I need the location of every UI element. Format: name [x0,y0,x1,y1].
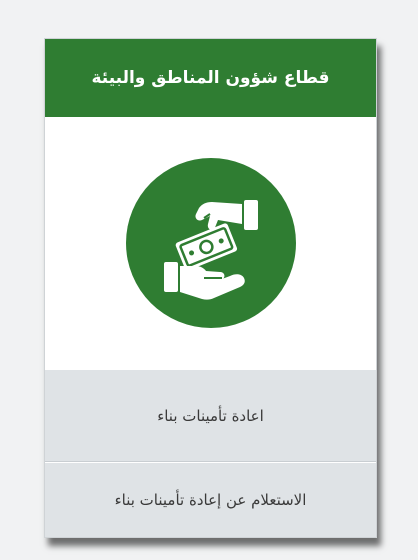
card-icon-area [45,117,376,369]
service-card: قطاع شؤون المناطق والبيئة اعادة تأمينات … [44,38,377,538]
inquire-building-deposits-label: الاستعلام عن إعادة تأمينات بناء [114,491,307,509]
inquire-building-deposits-link[interactable]: الاستعلام عن إعادة تأمينات بناء [45,463,376,537]
renew-building-deposits-link[interactable]: اعادة تأمينات بناء [45,370,376,462]
money-exchange-hands-icon [125,158,296,328]
renew-building-deposits-label: اعادة تأمينات بناء [157,406,264,425]
card-header: قطاع شؤون المناطق والبيئة [45,39,376,117]
card-title: قطاع شؤون المناطق والبيئة [91,68,330,88]
